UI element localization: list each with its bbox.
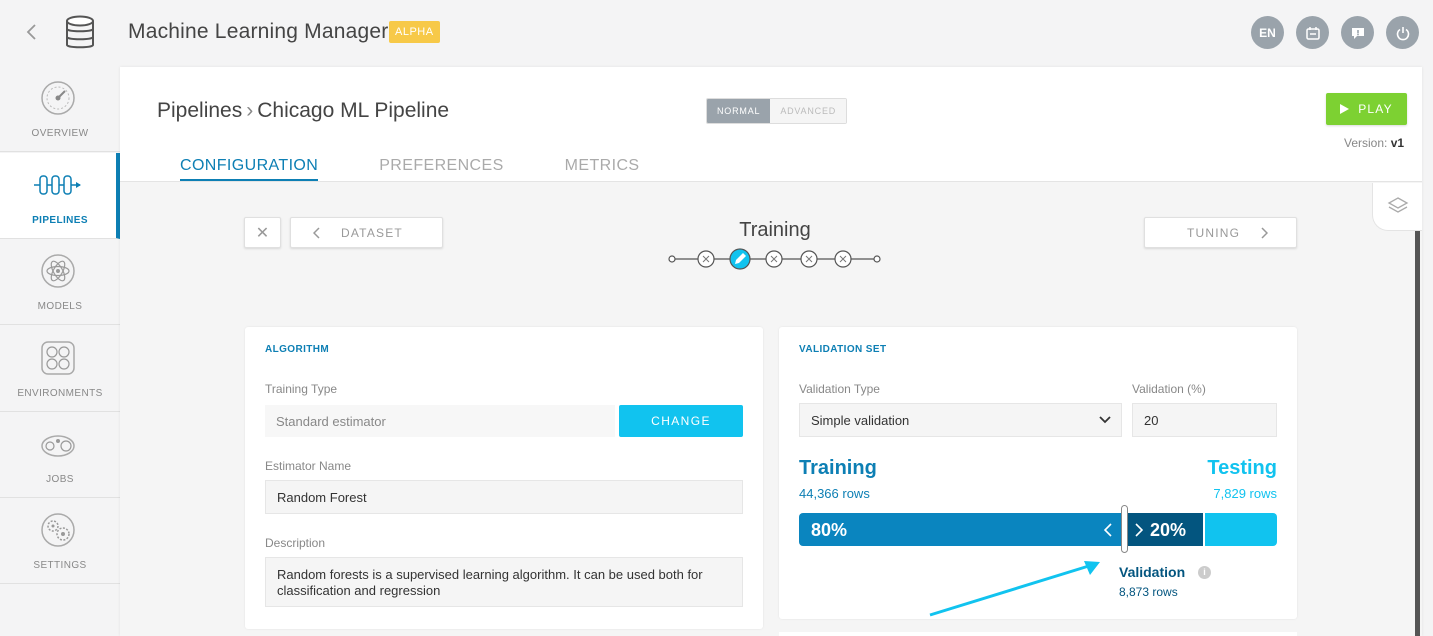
back-chevron-icon[interactable] (22, 20, 42, 44)
close-icon: ✕ (255, 224, 270, 242)
split-drag-handle[interactable] (1121, 505, 1128, 553)
step-5-node[interactable] (834, 250, 852, 268)
gauge-icon (40, 80, 76, 116)
play-button[interactable]: PLAY (1326, 93, 1407, 125)
settings-icon (40, 512, 76, 548)
sidebar-label-pipelines: PIPELINES (32, 215, 88, 226)
training-split-bar: 80% (799, 513, 1126, 546)
validation-split-bar: 20% (1126, 513, 1203, 546)
next-step-label: TUNING (1187, 225, 1241, 240)
testing-split-bar (1205, 513, 1277, 546)
next-step-button[interactable]: TUNING (1144, 217, 1297, 248)
app-title: Machine Learning Manager (128, 20, 389, 43)
sidebar-label-models: MODELS (37, 301, 83, 312)
breadcrumb-root[interactable]: Pipelines (157, 99, 242, 122)
validation-pct-input[interactable]: 20 (1132, 403, 1277, 437)
version-value: v1 (1390, 136, 1405, 150)
testing-heading: Testing (1207, 457, 1277, 479)
estimator-name-label: Estimator Name (265, 459, 352, 473)
chevron-right-icon (1261, 226, 1269, 239)
play-icon (1340, 104, 1350, 114)
close-wizard-button[interactable]: ✕ (244, 217, 281, 248)
step-title: Training (739, 219, 811, 241)
sidebar-label-environments: ENVIRONMENTS (17, 388, 103, 399)
training-type-value: Standard estimator (265, 405, 615, 437)
version-label: Version: (1344, 136, 1388, 150)
sidebar-label-overview: OVERVIEW (31, 128, 89, 139)
chevron-right-icon (1135, 523, 1143, 537)
training-heading: Training (799, 457, 877, 479)
change-estimator-button[interactable]: CHANGE (619, 405, 743, 437)
mode-advanced-button[interactable]: ADVANCED (770, 99, 847, 123)
algorithm-card: ALGORITHM Training Type Standard estimat… (245, 327, 763, 629)
language-button[interactable]: EN (1251, 16, 1284, 49)
alpha-badge: ALPHA (389, 21, 440, 43)
description-field[interactable]: Random forests is a supervised learning … (265, 557, 743, 607)
validation-heading: Validation (1119, 564, 1186, 580)
previous-step-button[interactable]: DATASET (290, 217, 443, 248)
content-area: ✕ DATASET Training TUNING ALGORITHM Trai… (120, 182, 1422, 636)
info-icon[interactable]: i (1198, 566, 1211, 579)
step-2-node-current[interactable] (729, 248, 751, 270)
training-rows: 44,366 rows (799, 486, 870, 501)
top-bar: Machine Learning Manager ALPHA EN (0, 0, 1433, 66)
step-indicator (668, 248, 884, 270)
training-type-label: Training Type (265, 382, 338, 396)
atom-icon (40, 253, 76, 289)
sidebar-item-jobs[interactable]: JOBS (0, 412, 120, 498)
step-4-node[interactable] (800, 250, 818, 268)
validation-pct: 20% (1150, 520, 1187, 540)
next-card-edge (779, 632, 1297, 636)
header-actions: EN (1251, 16, 1419, 49)
power-icon[interactable] (1386, 16, 1419, 49)
tab-metrics[interactable]: METRICS (565, 157, 640, 181)
pipeline-icon (34, 167, 84, 203)
breadcrumb: Pipelines › Chicago ML Pipeline (157, 99, 449, 123)
tab-configuration[interactable]: CONFIGURATION (180, 157, 319, 181)
annotation-arrow-icon (929, 561, 1100, 617)
validation-card-title: VALIDATION SET (799, 344, 887, 355)
validation-pct-label: Validation (%) (1132, 382, 1206, 396)
validation-type-select[interactable]: Simple validation (799, 403, 1122, 437)
validation-type-label: Validation Type (799, 382, 880, 396)
description-label: Description (265, 536, 326, 550)
validation-type-value: Simple validation (811, 412, 910, 428)
algorithm-card-title: ALGORITHM (265, 344, 330, 355)
training-pct: 80% (811, 520, 848, 540)
jobs-icon (40, 426, 76, 462)
database-icon (64, 15, 96, 51)
sidebar-item-settings[interactable]: SETTINGS (0, 498, 120, 584)
testing-rows: 7,829 rows (1213, 486, 1277, 501)
chevron-down-icon (1099, 416, 1111, 424)
layers-icon (1387, 197, 1409, 213)
step-1-node[interactable] (697, 250, 715, 268)
sidebar-item-overview[interactable]: OVERVIEW (0, 66, 120, 152)
sidebar-item-pipelines[interactable]: PIPELINES (0, 153, 120, 239)
sidebar: OVERVIEW PIPELINES MODELS ENVIRONMENTS J… (0, 66, 120, 584)
mode-toggle: NORMAL ADVANCED (706, 98, 848, 124)
notebook-icon[interactable] (1296, 16, 1329, 49)
sidebar-label-settings: SETTINGS (33, 560, 87, 571)
play-label: PLAY (1358, 102, 1393, 116)
breadcrumb-chevron-icon: › (246, 99, 254, 122)
sidebar-item-models[interactable]: MODELS (0, 239, 120, 325)
tab-bar: CONFIGURATION PREFERENCES METRICS (180, 157, 639, 181)
feedback-icon[interactable] (1341, 16, 1374, 49)
sidebar-label-jobs: JOBS (46, 474, 74, 485)
chevron-left-icon (313, 226, 320, 239)
validation-rows: 8,873 rows (1119, 585, 1178, 599)
sidebar-item-environments[interactable]: ENVIRONMENTS (0, 326, 120, 412)
version-info: Version: v1 (1344, 136, 1404, 150)
previous-step-label: DATASET (341, 225, 403, 240)
step-3-node[interactable] (765, 250, 783, 268)
layers-panel-toggle[interactable] (1372, 183, 1422, 231)
chevron-left-icon (1104, 523, 1112, 537)
breadcrumb-current: Chicago ML Pipeline (257, 99, 450, 122)
environment-icon (40, 340, 76, 376)
tab-preferences[interactable]: PREFERENCES (379, 157, 503, 181)
main-panel: Pipelines › Chicago ML Pipeline NORMAL ADV… (120, 67, 1422, 636)
vertical-scrollbar[interactable] (1415, 231, 1420, 636)
estimator-name-field[interactable]: Random Forest (265, 480, 743, 514)
mode-normal-button[interactable]: NORMAL (707, 99, 771, 123)
